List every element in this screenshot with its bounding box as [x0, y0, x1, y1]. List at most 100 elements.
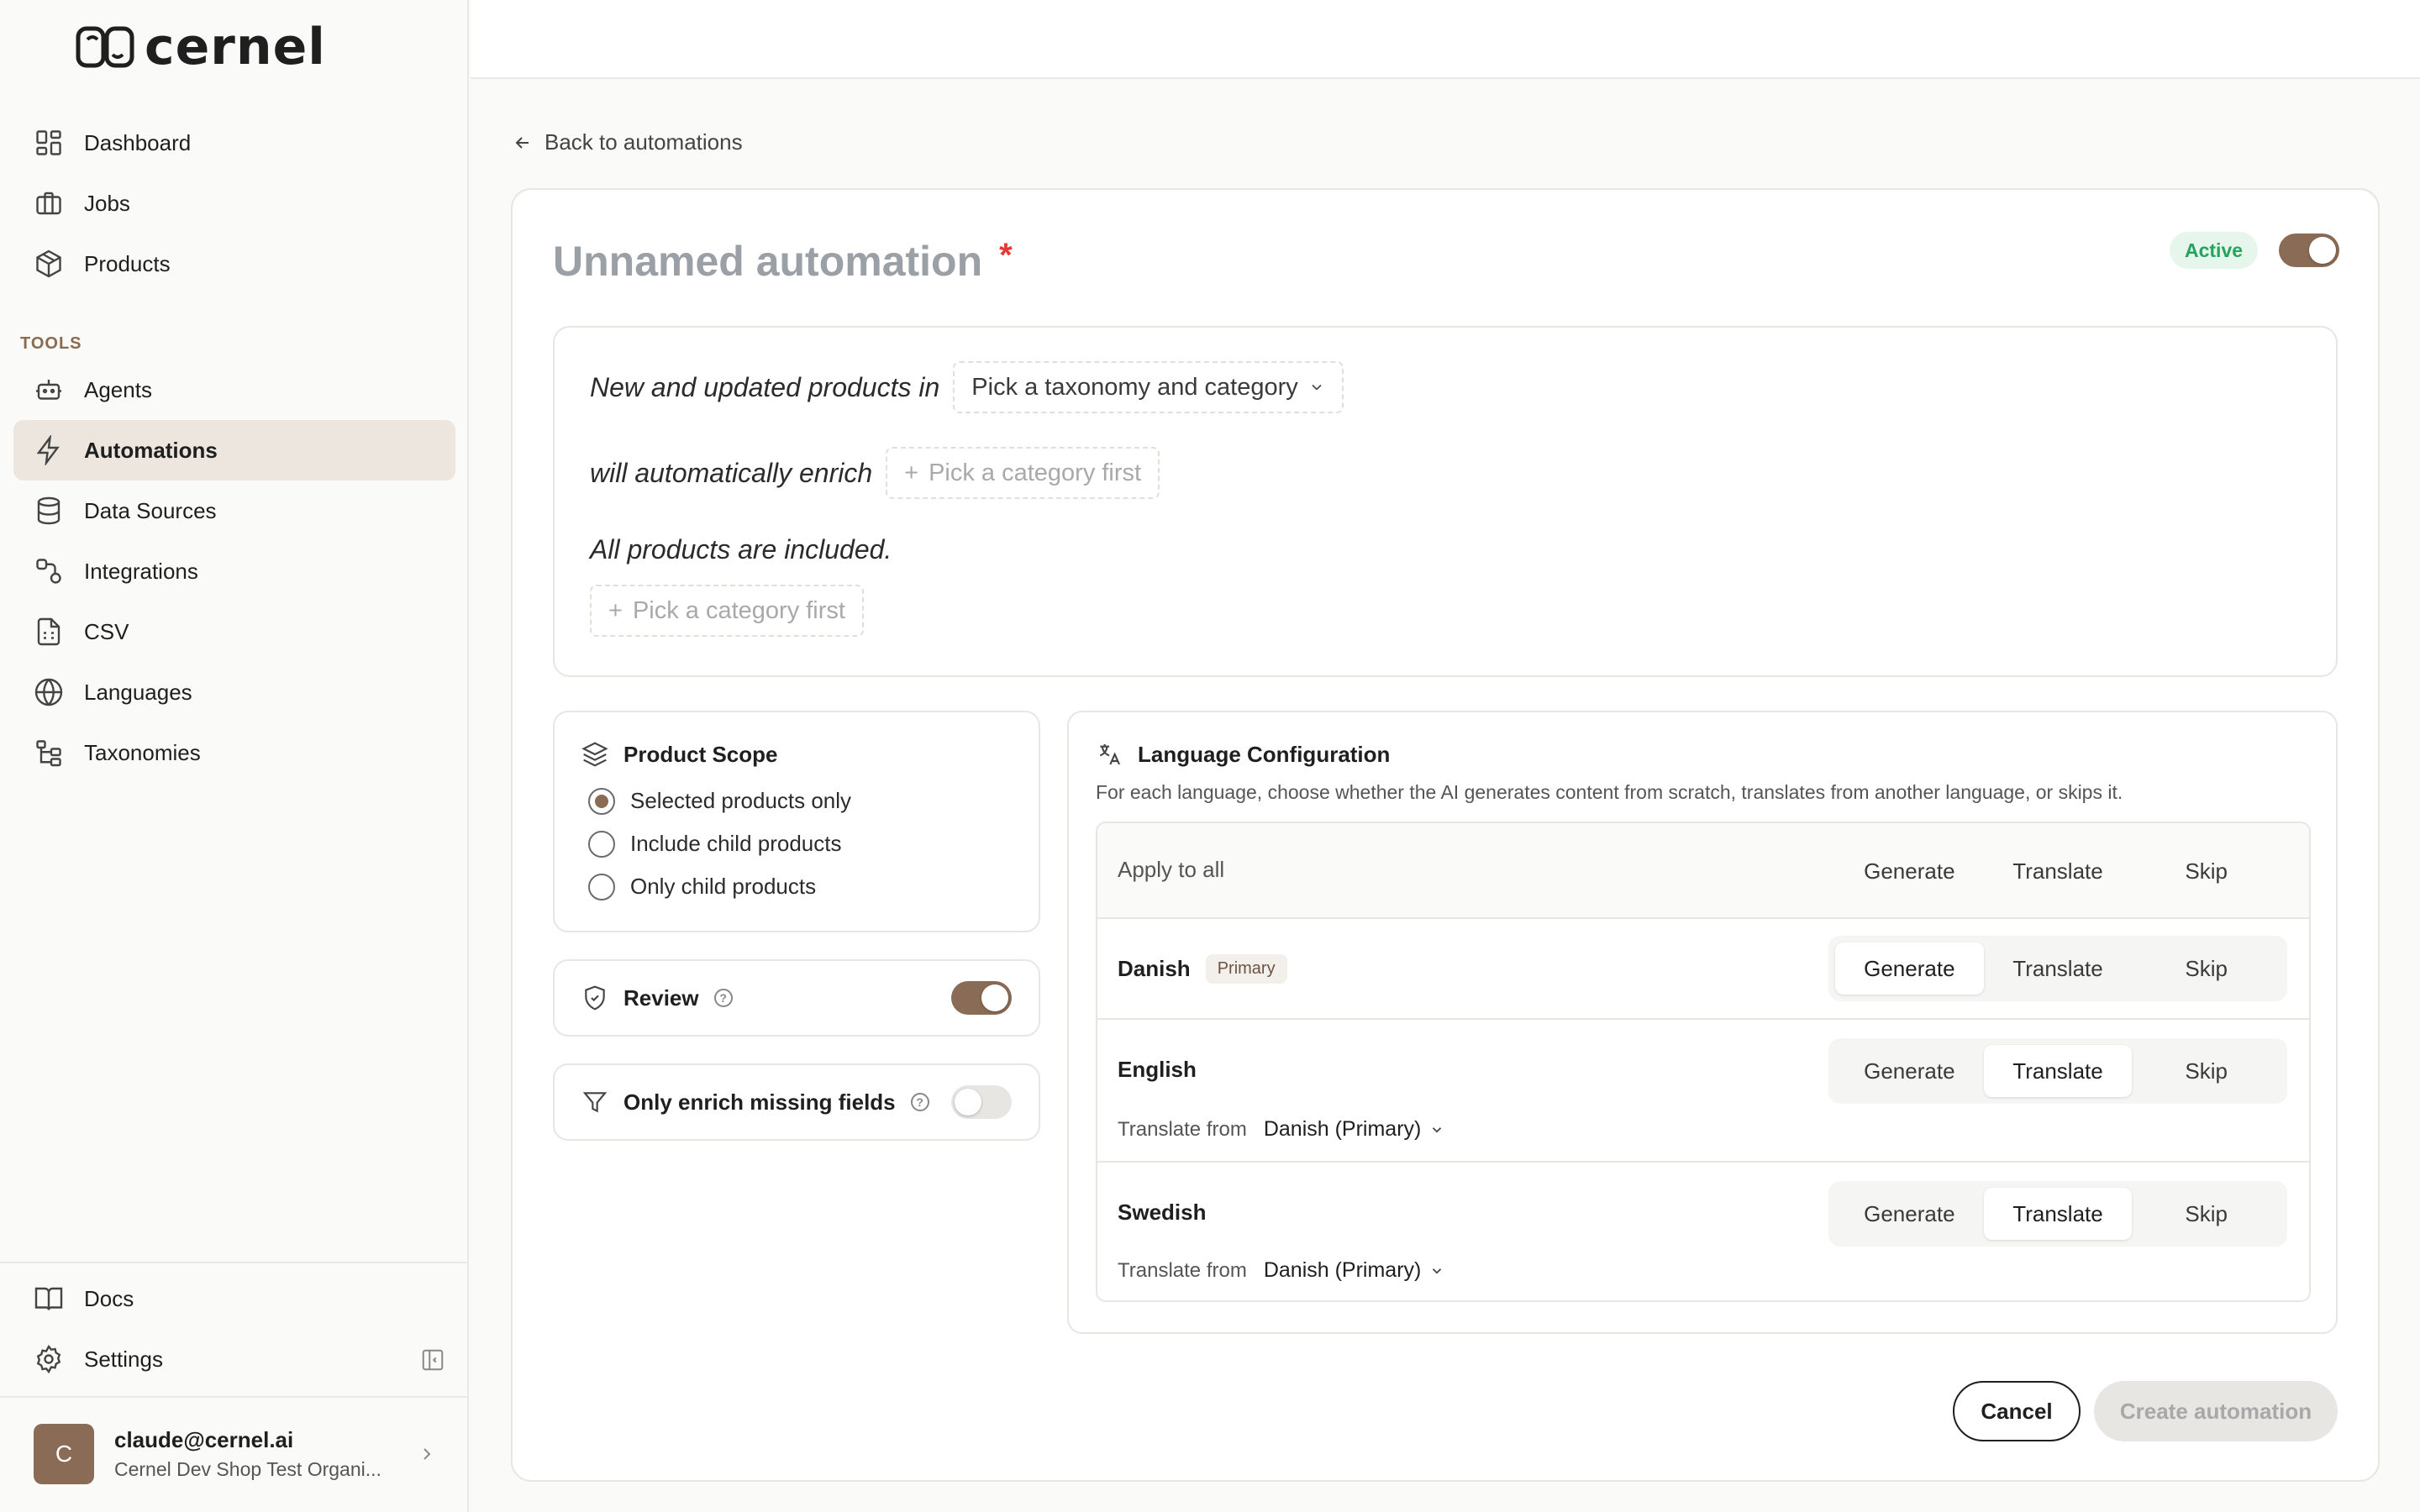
chevron-down-icon [1312, 384, 1322, 391]
topbar [471, 0, 2420, 79]
language-row-swedish: Swedish Generate Translate Skip Translat… [1097, 1163, 2309, 1300]
nav-item-integrations[interactable]: Integrations [13, 541, 455, 601]
automation-title[interactable]: Unnamed automation * [553, 237, 1013, 286]
apply-all-translate[interactable]: Translate [1984, 858, 2133, 885]
language-config-header: Language Configuration [1096, 741, 1390, 768]
mode-skip-button[interactable]: Skip [2132, 942, 2281, 995]
mode-generate-button[interactable]: Generate [1835, 1188, 1984, 1240]
language-name: English [1118, 1057, 1197, 1083]
nav-label: Automations [84, 437, 218, 463]
translate-from-value: Danish (Primary) [1263, 1258, 1422, 1282]
sentence-line-4: + Pick a category first [590, 585, 864, 637]
picker-label: Pick a taxonomy and category [971, 373, 1298, 401]
mode-generate-button[interactable]: Generate [1835, 942, 1984, 995]
language-label: Swedish [1118, 1200, 1207, 1225]
layers-icon [581, 742, 608, 767]
picker-label: Pick a category first [929, 459, 1142, 486]
scope-option-include-children[interactable]: Include child products [588, 822, 851, 865]
nav-item-jobs[interactable]: Jobs [13, 173, 455, 234]
nav-item-settings[interactable]: Settings [13, 1329, 455, 1389]
translate-from-select[interactable]: Danish (Primary) [1264, 1117, 1445, 1142]
dashboard-icon [36, 130, 61, 155]
mode-translate-button[interactable]: Translate [1983, 1188, 2133, 1240]
arrow-left-icon [515, 136, 529, 149]
scope-option-selected-only[interactable]: Selected products only [588, 780, 851, 822]
cancel-button[interactable]: Cancel [1953, 1381, 2081, 1441]
nav-item-data-sources[interactable]: Data Sources [13, 480, 455, 541]
nav-label: CSV [84, 618, 129, 644]
mode-translate-button[interactable]: Translate [1984, 942, 2133, 995]
translate-icon [1099, 744, 1120, 765]
nav-item-agents[interactable]: Agents [13, 360, 455, 420]
user-email: claude@cernel.ai [114, 1427, 294, 1452]
translate-from-select[interactable]: Danish (Primary) [1264, 1258, 1445, 1283]
primary-badge: Primary [1205, 954, 1287, 984]
nav-item-taxonomies[interactable]: Taxonomies [13, 722, 455, 783]
missing-fields-header: Only enrich missing fields ? [581, 1089, 929, 1116]
nav-label: Data Sources [84, 497, 217, 523]
mode-skip-button[interactable]: Skip [2132, 1045, 2281, 1097]
language-name: Swedish [1118, 1200, 1206, 1226]
trigger-sentence-box: New and updated products in Pick a taxon… [553, 326, 2338, 677]
nav-item-dashboard[interactable]: Dashboard [13, 113, 455, 173]
title-text: Unnamed automation [553, 238, 983, 285]
back-link[interactable]: Back to automations [513, 129, 743, 155]
sentence-text: All products are included. [590, 534, 892, 564]
radio-label: Selected products only [630, 788, 852, 813]
apply-all-generate[interactable]: Generate [1835, 858, 1984, 885]
product-scope-panel: Product Scope Selected products only Inc… [553, 711, 1040, 932]
nav-label: Jobs [84, 190, 130, 216]
radio-button[interactable] [588, 830, 615, 858]
review-label: Review [623, 984, 699, 1011]
radio-button[interactable] [588, 787, 615, 815]
picker-label: Pick a category first [632, 596, 845, 624]
language-label: Danish [1118, 956, 1191, 981]
nav-item-automations[interactable]: Automations [13, 420, 455, 480]
taxonomy-category-picker[interactable]: Pick a taxonomy and category [953, 361, 1344, 413]
nav-label: Languages [84, 679, 192, 705]
book-icon [34, 1287, 63, 1310]
collapse-sidebar-icon[interactable] [420, 1347, 445, 1373]
nav-item-docs[interactable]: Docs [13, 1268, 455, 1329]
language-name: Danish Primary [1118, 954, 1287, 984]
tree-icon [36, 740, 61, 767]
help-icon[interactable]: ? [713, 989, 733, 1007]
language-config-description: For each language, choose whether the AI… [1096, 781, 2123, 803]
cernel-logo[interactable]: cernel [76, 22, 326, 72]
mode-generate-button[interactable]: Generate [1835, 1045, 1984, 1097]
language-config-panel: Language Configuration For each language… [1067, 711, 2338, 1334]
mode-translate-button[interactable]: Translate [1983, 1045, 2133, 1097]
back-link-label: Back to automations [544, 129, 743, 155]
filter-picker[interactable]: + Pick a category first [590, 585, 864, 637]
language-table: Apply to all Generate Translate Skip Dan… [1096, 822, 2311, 1302]
review-toggle[interactable] [951, 981, 1012, 1015]
integrations-icon [36, 559, 61, 584]
active-toggle[interactable] [2279, 234, 2339, 267]
nav-label: Taxonomies [84, 739, 201, 765]
missing-fields-toggle[interactable] [951, 1085, 1012, 1119]
help-icon[interactable]: ? [910, 1093, 929, 1111]
user-info: claude@cernel.ai Cernel Dev Shop Test Or… [114, 1427, 397, 1481]
nav-label: Integrations [84, 558, 198, 584]
nav-item-products[interactable]: Products [13, 234, 455, 294]
missing-fields-label: Only enrich missing fields [623, 1089, 896, 1115]
sentence-text: will automatically enrich [590, 457, 873, 488]
create-automation-button[interactable]: Create automation [2094, 1381, 2338, 1441]
translate-from-value: Danish (Primary) [1263, 1117, 1422, 1141]
nav-item-languages[interactable]: Languages [13, 662, 455, 722]
plus-icon: + [608, 596, 623, 624]
apply-all-row: Apply to all Generate Translate Skip [1097, 823, 2309, 919]
chevron-down-icon [1433, 1268, 1442, 1274]
briefcase-icon [36, 192, 61, 215]
radio-label: Only child products [630, 874, 817, 899]
nav-item-csv[interactable]: CSV [13, 601, 455, 662]
user-menu[interactable]: C claude@cernel.ai Cernel Dev Shop Test … [34, 1423, 437, 1485]
apply-all-skip[interactable]: Skip [2132, 858, 2281, 885]
radio-button[interactable] [588, 873, 615, 900]
csv-file-icon [37, 617, 60, 646]
toggle-knob [955, 1089, 981, 1116]
scope-option-only-children[interactable]: Only child products [588, 865, 851, 908]
mode-skip-button[interactable]: Skip [2132, 1188, 2281, 1240]
nav-label: Docs [84, 1285, 134, 1311]
enrich-fields-picker[interactable]: + Pick a category first [886, 447, 1160, 499]
